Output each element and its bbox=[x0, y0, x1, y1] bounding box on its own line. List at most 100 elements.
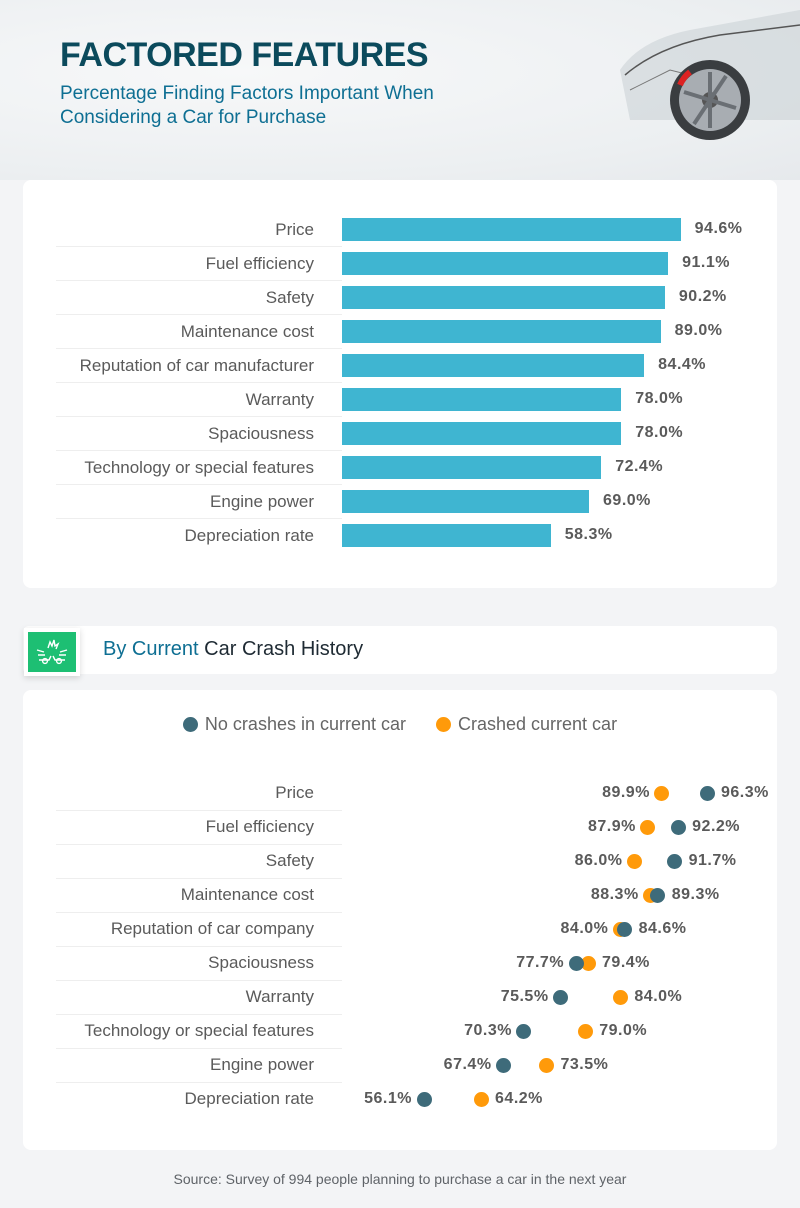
source-note: Source: Survey of 994 people planning to… bbox=[173, 1171, 627, 1187]
dot-category-label: Maintenance cost bbox=[180, 885, 314, 904]
bar-value-label: 78.0% bbox=[635, 424, 684, 441]
row-divider bbox=[56, 314, 342, 315]
bar-category-label: Spaciousness bbox=[208, 424, 314, 443]
row-divider bbox=[56, 878, 342, 879]
dot-category-label: Engine power bbox=[210, 1055, 314, 1074]
bar-value-label: 78.0% bbox=[635, 390, 684, 407]
bar-value-label: 69.0% bbox=[603, 492, 651, 509]
bar-value-label: 89.0% bbox=[674, 322, 723, 339]
row-divider bbox=[56, 416, 342, 417]
dot-category-label: Safety bbox=[265, 851, 314, 870]
dot-category-label: Spaciousness bbox=[208, 953, 314, 972]
dot-value-label: 64.2% bbox=[495, 1090, 543, 1107]
legend-item-no-crashes: No crashes in current car bbox=[182, 714, 406, 735]
bar-category-label: Price bbox=[275, 220, 314, 239]
dot-category-label: Price bbox=[275, 783, 314, 802]
dot-value-label: 87.9% bbox=[587, 818, 636, 835]
bar bbox=[342, 422, 622, 445]
dot-category-label: Depreciation rate bbox=[184, 1089, 314, 1108]
dot-crashed bbox=[538, 1057, 554, 1073]
page-title: FACTORED FEATURES bbox=[60, 36, 429, 74]
dot-value-label: 84.6% bbox=[638, 920, 687, 937]
row-divider bbox=[56, 246, 342, 247]
legend-label: No crashes in current car bbox=[204, 714, 406, 734]
row-divider bbox=[56, 348, 342, 349]
bar bbox=[342, 490, 590, 513]
dot-crashed bbox=[577, 1023, 593, 1039]
legend-swatch-no-crashes bbox=[182, 717, 198, 732]
legend-label: Crashed current car bbox=[458, 714, 618, 734]
section-title: By Current Car Crash History bbox=[103, 638, 363, 661]
section-title-rest: Car Crash History bbox=[204, 638, 364, 660]
dot-value-label: 79.0% bbox=[599, 1022, 648, 1039]
bar-value-label: 91.1% bbox=[682, 254, 730, 271]
dot-crashed bbox=[473, 1091, 489, 1107]
header-banner: FACTORED FEATURES Percentage Finding Fac… bbox=[0, 0, 800, 180]
bar bbox=[342, 218, 681, 241]
dot-value-label: 56.1% bbox=[364, 1090, 412, 1107]
bar-value-label: 72.4% bbox=[615, 458, 664, 475]
row-divider bbox=[56, 844, 342, 845]
dot-value-label: 75.5% bbox=[500, 988, 549, 1005]
row-divider bbox=[56, 1014, 342, 1015]
dot-no-crashes bbox=[617, 921, 633, 937]
dot-no-crashes bbox=[553, 989, 569, 1005]
bar-category-label: Warranty bbox=[245, 390, 314, 409]
bar-category-label: Engine power bbox=[210, 492, 314, 511]
bar bbox=[342, 524, 551, 547]
bar-category-label: Reputation of car manufacturer bbox=[79, 356, 314, 375]
bar-category-label: Technology or special features bbox=[84, 458, 314, 477]
row-divider bbox=[56, 810, 342, 811]
dot-value-label: 73.5% bbox=[560, 1056, 609, 1073]
bar bbox=[342, 354, 645, 377]
dot-crashed bbox=[640, 819, 656, 835]
dot-value-label: 70.3% bbox=[464, 1022, 512, 1039]
dot-crashed bbox=[626, 853, 642, 869]
dot-value-label: 79.4% bbox=[602, 954, 650, 971]
car-crash-icon bbox=[24, 628, 80, 676]
bar bbox=[342, 286, 665, 309]
bar-value-label: 84.4% bbox=[658, 356, 707, 373]
dot-crashed bbox=[612, 989, 628, 1005]
row-divider bbox=[56, 912, 342, 913]
dot-no-crashes bbox=[650, 887, 666, 903]
dot-value-label: 84.0% bbox=[634, 988, 683, 1005]
row-divider bbox=[56, 1048, 342, 1049]
bar-category-label: Fuel efficiency bbox=[205, 254, 314, 273]
section-title-highlight: By Current bbox=[103, 638, 199, 660]
row-divider bbox=[56, 518, 342, 519]
dot-value-label: 92.2% bbox=[692, 818, 741, 835]
bar-value-label: 94.6% bbox=[694, 220, 743, 237]
car-illustration-icon bbox=[620, 10, 800, 140]
dot-value-label: 89.9% bbox=[602, 784, 650, 801]
dot-value-label: 86.0% bbox=[574, 852, 623, 869]
row-divider bbox=[56, 946, 342, 947]
dot-category-label: Technology or special features bbox=[84, 1021, 314, 1040]
dot-no-crashes bbox=[516, 1023, 532, 1039]
row-divider bbox=[56, 980, 342, 981]
dot-value-label: 91.7% bbox=[688, 852, 737, 869]
dot-no-crashes bbox=[496, 1057, 512, 1073]
page-subtitle: Percentage Finding Factors Important Whe… bbox=[60, 83, 434, 128]
dot-crashed bbox=[654, 785, 670, 801]
bar-value-label: 58.3% bbox=[564, 526, 613, 543]
row-divider bbox=[56, 484, 342, 485]
bar-category-label: Maintenance cost bbox=[180, 322, 314, 341]
dot-category-label: Reputation of car company bbox=[110, 919, 314, 938]
bar-category-label: Safety bbox=[265, 288, 314, 307]
row-divider bbox=[56, 450, 342, 451]
bar bbox=[342, 320, 661, 343]
dot-value-label: 67.4% bbox=[443, 1056, 492, 1073]
dot-no-crashes bbox=[667, 853, 683, 869]
dot-category-label: Fuel efficiency bbox=[205, 817, 314, 836]
chart-legend: No crashes in current car Crashed curren… bbox=[0, 714, 800, 735]
bar bbox=[342, 388, 622, 411]
dot-value-label: 84.0% bbox=[560, 920, 609, 937]
dot-value-label: 89.3% bbox=[671, 886, 720, 903]
dot-no-crashes bbox=[670, 819, 686, 835]
dot-value-label: 88.3% bbox=[590, 886, 639, 903]
legend-swatch-crashed bbox=[436, 717, 451, 732]
dot-no-crashes bbox=[416, 1091, 432, 1107]
dot-value-label: 96.3% bbox=[721, 784, 769, 801]
row-divider bbox=[56, 1082, 342, 1083]
